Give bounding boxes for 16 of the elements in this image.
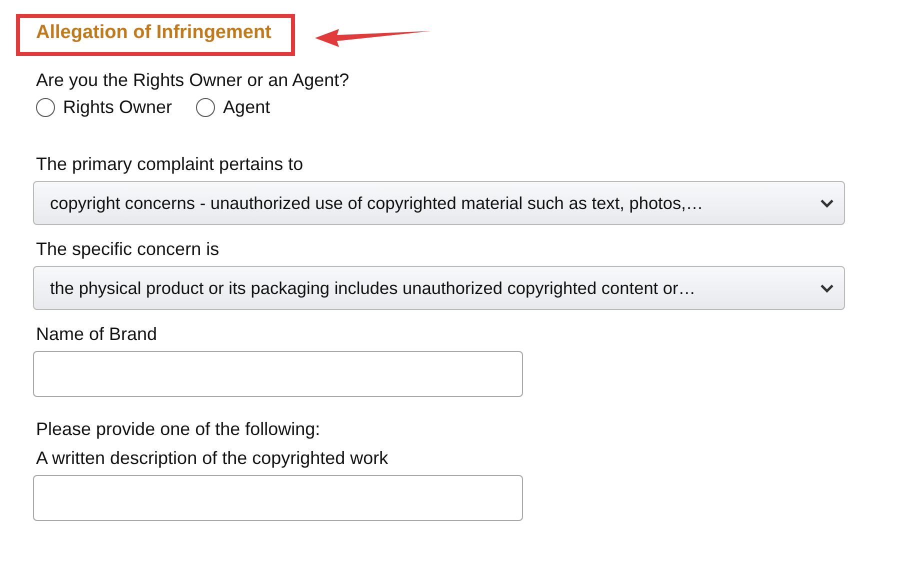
radio-option[interactable]: Agent: [196, 97, 270, 118]
radio-option[interactable]: Rights Owner: [36, 97, 172, 118]
instruction-text: Please provide one of the following:: [36, 419, 320, 440]
field-label: A written description of the copyrighted work: [36, 448, 388, 469]
dropdown[interactable]: the physical product or its packaging includes unauthorized copyrighted content or…: [33, 266, 845, 310]
input-field[interactable]: [33, 475, 523, 521]
section-heading: Allegation of Infringement: [16, 14, 296, 56]
question-label: Are you the Rights Owner or an Agent?: [36, 70, 350, 91]
dropdown[interactable]: copyright concerns - unauthorized use of copyrighted material such as text, photos,…: [33, 181, 845, 225]
field-label: Name of Brand: [36, 324, 158, 345]
chevron-down-icon: [820, 198, 834, 208]
arrow-icon: [315, 28, 432, 48]
field-label: The primary complaint pertains to: [36, 154, 304, 175]
field-label: The specific concern is: [36, 239, 220, 260]
input-field[interactable]: [33, 351, 523, 397]
chevron-down-icon: [820, 284, 834, 292]
